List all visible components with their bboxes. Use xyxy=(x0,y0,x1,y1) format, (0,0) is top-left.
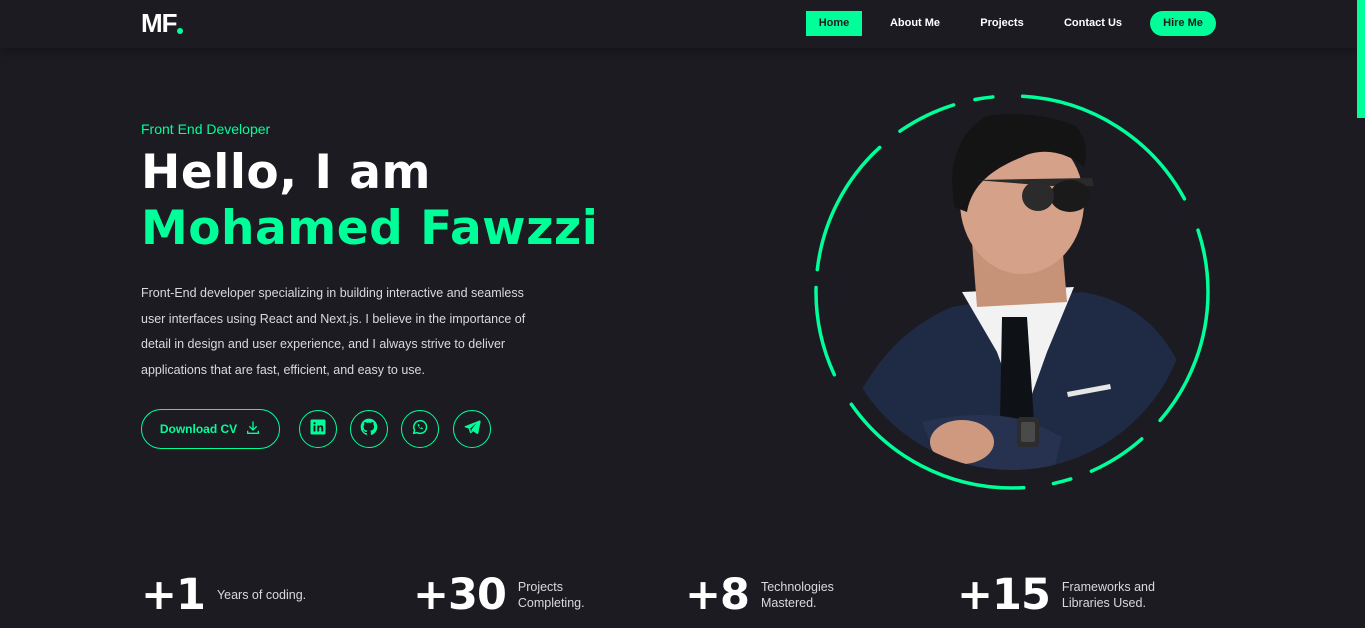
hero-role: Front End Developer xyxy=(141,121,271,137)
logo[interactable]: MF xyxy=(141,8,178,39)
logo-dot xyxy=(177,28,183,34)
stat-value: +30 xyxy=(413,570,507,620)
whatsapp-icon xyxy=(411,418,429,440)
stat-label: Years of coding. xyxy=(216,588,307,602)
download-cv-button[interactable]: Download CV xyxy=(141,409,280,449)
linkedin-icon xyxy=(309,418,327,440)
stat-years: +1 Years of coding. xyxy=(141,570,306,620)
whatsapp-link[interactable] xyxy=(401,410,439,448)
github-link[interactable] xyxy=(350,410,388,448)
download-icon xyxy=(245,420,261,439)
stat-label: Frameworks and Libraries Used. xyxy=(1061,580,1155,610)
hero-portrait xyxy=(812,92,1212,492)
nav-contact-link[interactable]: Contact Us xyxy=(1058,11,1128,36)
hero-name: Mohamed Fawzzi xyxy=(141,201,599,256)
nav-about-link[interactable]: About Me xyxy=(884,11,946,36)
telegram-icon xyxy=(463,418,481,440)
telegram-link[interactable] xyxy=(453,410,491,448)
stat-technologies: +8 Technologies Mastered. xyxy=(685,570,834,620)
stat-value: +1 xyxy=(141,570,206,620)
nav-projects-link[interactable]: Projects xyxy=(975,11,1029,36)
scrollbar-thumb[interactable] xyxy=(1357,0,1365,118)
stat-value: +15 xyxy=(957,570,1051,620)
linkedin-link[interactable] xyxy=(299,410,337,448)
download-cv-label: Download CV xyxy=(159,422,238,436)
portrait-illustration xyxy=(814,94,1210,490)
navbar: MF Home About Me Projects Contact Us Hir… xyxy=(0,0,1365,48)
hero-greeting: Hello, I am xyxy=(141,145,431,200)
hire-me-button[interactable]: Hire Me xyxy=(1150,11,1216,36)
stat-label: Projects Completing. xyxy=(517,580,585,610)
stat-value: +8 xyxy=(685,570,750,620)
stat-label: Technologies Mastered. xyxy=(760,580,834,610)
stat-projects: +30 Projects Completing. xyxy=(413,570,585,620)
nav-home-link[interactable]: Home xyxy=(806,11,862,36)
github-icon xyxy=(359,417,379,441)
hero-description: Front-End developer specializing in buil… xyxy=(141,286,526,377)
stat-frameworks: +15 Frameworks and Libraries Used. xyxy=(957,570,1155,620)
